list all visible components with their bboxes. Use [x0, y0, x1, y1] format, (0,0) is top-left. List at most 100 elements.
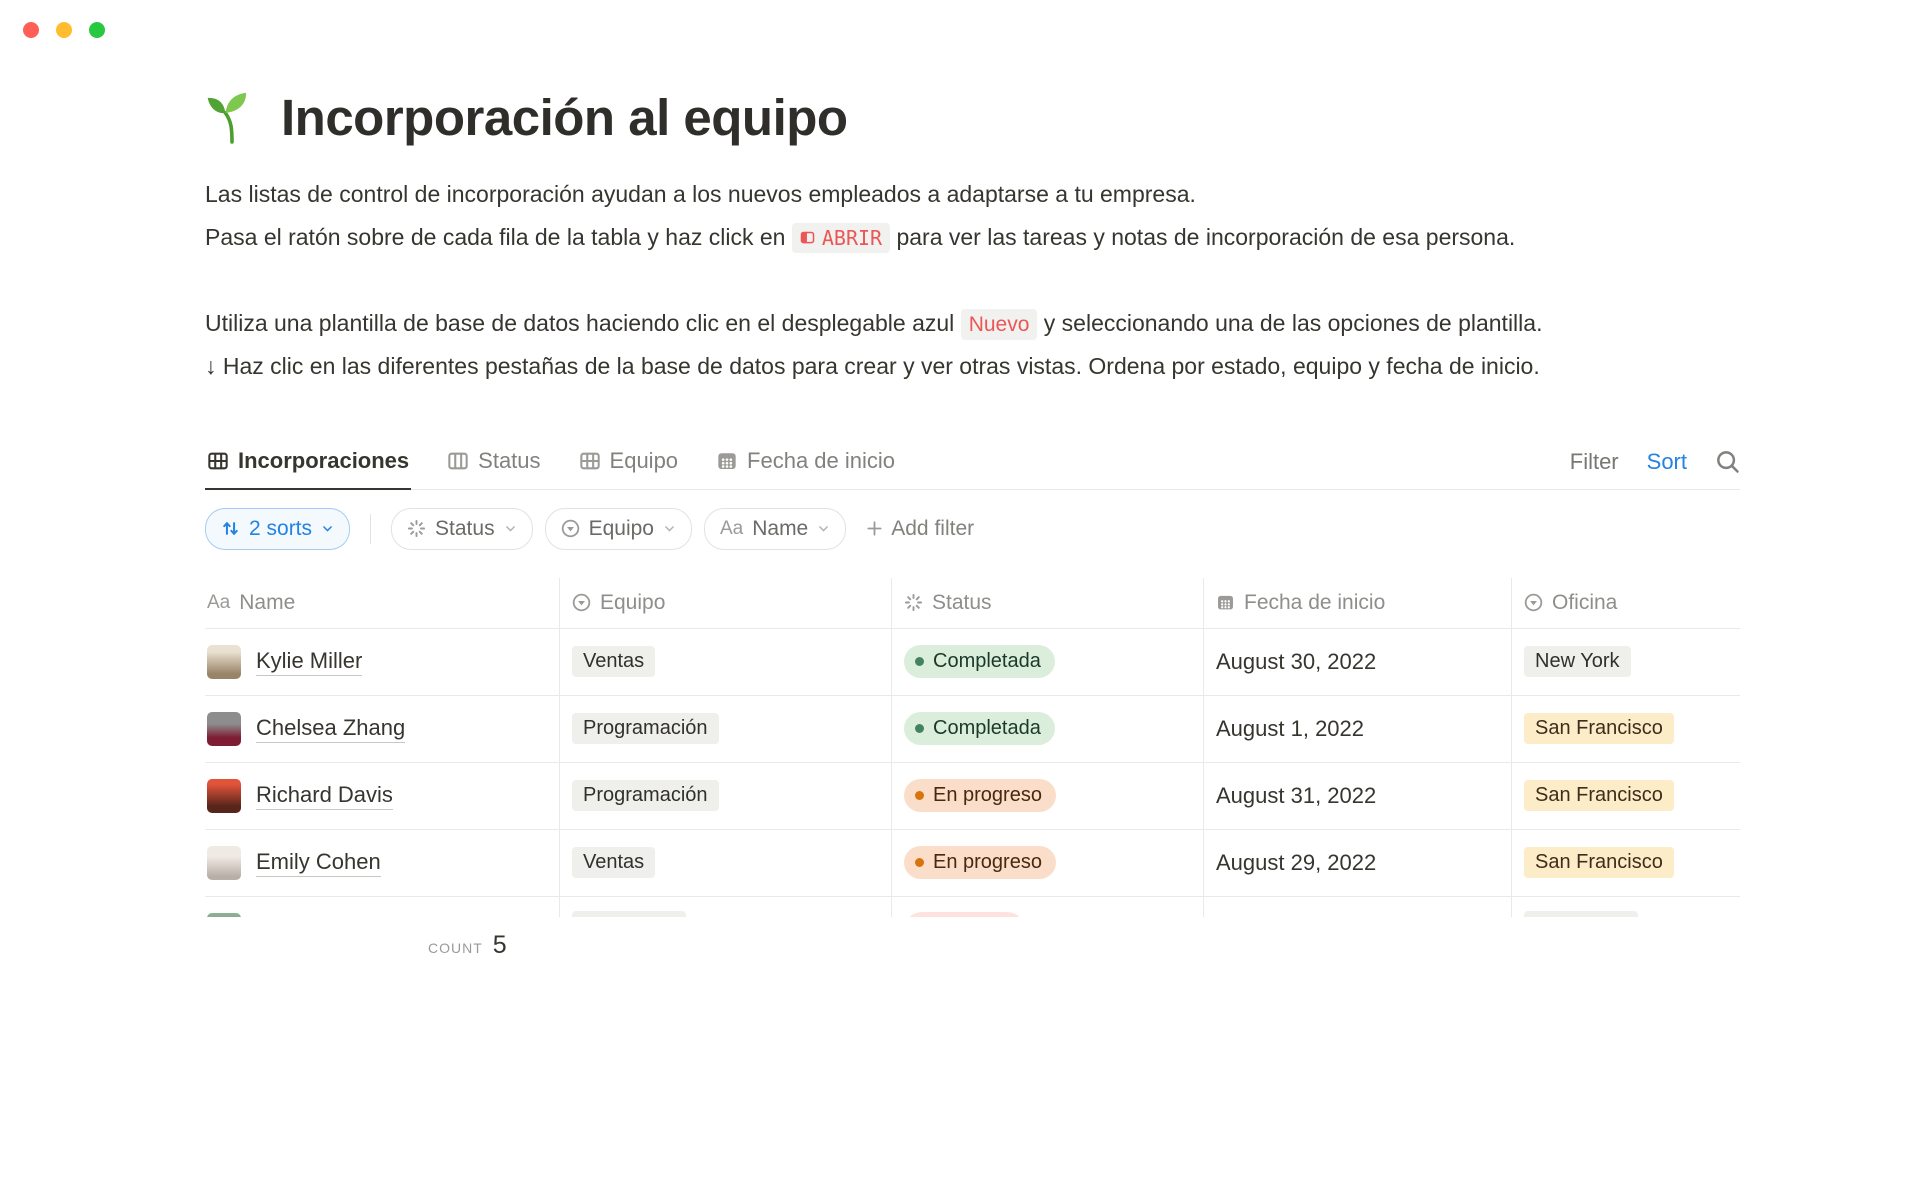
name-cell[interactable]: Richard Davis: [205, 763, 560, 829]
tab-equipo[interactable]: Equipo: [577, 442, 681, 489]
calendar-icon: [1216, 593, 1235, 612]
board-view-icon: [447, 450, 469, 472]
table-row: Kylie Miller Ventas Completada August 30…: [205, 629, 1740, 696]
column-label: Oficina: [1552, 591, 1617, 615]
nuevo-badge: Nuevo: [961, 309, 1038, 340]
search-icon[interactable]: [1715, 449, 1740, 474]
tab-label: Equipo: [610, 448, 679, 474]
oficina-cell[interactable]: San Francisco: [1512, 696, 1740, 762]
fecha-cell[interactable]: [1204, 897, 1512, 917]
avatar: [207, 779, 241, 813]
plus-icon: [866, 520, 883, 537]
fecha-cell[interactable]: August 29, 2022: [1204, 830, 1512, 896]
name-cell[interactable]: Emily Cohen: [205, 830, 560, 896]
equipo-tag: Programación: [572, 780, 719, 811]
tab-incorporaciones[interactable]: Incorporaciones: [205, 442, 411, 490]
fecha-cell[interactable]: August 31, 2022: [1204, 763, 1512, 829]
status-cell[interactable]: [892, 897, 1204, 917]
status-dot-icon: [915, 657, 924, 666]
sort-button[interactable]: Sort: [1647, 449, 1687, 475]
page-title: Incorporación al equipo: [281, 88, 848, 147]
calendar-view-icon: [716, 450, 738, 472]
person-page-link[interactable]: Richard Davis: [256, 782, 393, 810]
equipo-cell[interactable]: Ventas: [560, 830, 892, 896]
fecha-cell[interactable]: August 1, 2022: [1204, 696, 1512, 762]
close-window-button[interactable]: [23, 22, 39, 38]
toolbar-actions: Filter Sort: [1570, 449, 1740, 489]
filter-button[interactable]: Filter: [1570, 449, 1619, 475]
status-filter-chip[interactable]: Status: [391, 508, 533, 550]
status-cell[interactable]: Completada: [892, 696, 1204, 762]
sorts-chip-label: 2 sorts: [249, 517, 312, 541]
database-toolbar: Incorporaciones Status Equipo Fecha de i…: [205, 442, 1740, 490]
equipo-tag: Ventas: [572, 646, 655, 677]
minimize-window-button[interactable]: [56, 22, 72, 38]
text-Aa-icon: Aa: [207, 592, 230, 614]
person-page-link[interactable]: Kylie Miller: [256, 648, 362, 676]
equipo-cell[interactable]: Ventas: [560, 629, 892, 695]
equipo-cell[interactable]: Programación: [560, 763, 892, 829]
name-filter-chip[interactable]: Aa Name: [704, 508, 846, 550]
status-pill: En progreso: [904, 779, 1056, 812]
intro-paragraph: Las listas de control de incorporación a…: [205, 173, 1740, 259]
oficina-tag: San Francisco: [1524, 847, 1674, 878]
notion-page: Incorporación al equipo Las listas de co…: [205, 88, 1740, 960]
tab-fecha-de-inicio[interactable]: Fecha de inicio: [714, 442, 897, 489]
oficina-tag: San Francisco: [1524, 713, 1674, 744]
intro-line1: Las listas de control de incorporación a…: [205, 181, 1196, 207]
equipo-filter-chip[interactable]: Equipo: [545, 508, 692, 550]
column-header-oficina[interactable]: Oficina: [1512, 578, 1740, 628]
instr-line2: ↓ Haz clic en las diferentes pestañas de…: [205, 353, 1540, 379]
view-tabs: Incorporaciones Status Equipo Fecha de i…: [205, 442, 897, 489]
tab-label: Incorporaciones: [238, 448, 409, 474]
status-cell[interactable]: Completada: [892, 629, 1204, 695]
name-cell[interactable]: Kylie Miller: [205, 629, 560, 695]
table-footer-count[interactable]: COUNT 5: [428, 931, 1740, 960]
fecha-cell[interactable]: August 30, 2022: [1204, 629, 1512, 695]
select-icon: [572, 593, 591, 612]
chevron-down-icon: [504, 522, 517, 535]
equipo-tag: [572, 911, 686, 917]
name-cell[interactable]: Chelsea Zhang: [205, 696, 560, 762]
oficina-cell[interactable]: San Francisco: [1512, 763, 1740, 829]
start-date: August 1, 2022: [1216, 716, 1364, 742]
count-label: COUNT: [428, 940, 483, 956]
oficina-cell[interactable]: New York: [1512, 629, 1740, 695]
status-dot-icon: [915, 791, 924, 800]
status-cell[interactable]: En progreso: [892, 830, 1204, 896]
status-label: Completada: [933, 650, 1041, 673]
start-date: August 31, 2022: [1216, 783, 1376, 809]
status-label: En progreso: [933, 784, 1042, 807]
status-pill: Completada: [904, 645, 1055, 678]
zoom-window-button[interactable]: [89, 22, 105, 38]
add-filter-label: Add filter: [891, 517, 974, 541]
column-header-equipo[interactable]: Equipo: [560, 578, 892, 628]
database-table: Aa Name Equipo Status Fecha de inicio Of…: [205, 578, 1740, 960]
chevron-down-icon: [321, 522, 334, 535]
equipo-cell[interactable]: [560, 897, 892, 917]
oficina-cell[interactable]: [1512, 897, 1740, 917]
column-header-status[interactable]: Status: [892, 578, 1204, 628]
person-page-link[interactable]: Emily Cohen: [256, 849, 381, 877]
person-page-link[interactable]: Chelsea Zhang: [256, 715, 405, 743]
equipo-cell[interactable]: Programación: [560, 696, 892, 762]
tab-status[interactable]: Status: [445, 442, 542, 489]
avatar: [207, 645, 241, 679]
status-dot-icon: [915, 724, 924, 733]
column-label: Status: [932, 591, 992, 615]
status-pill: En progreso: [904, 846, 1056, 879]
intro-line2-before: Pasa el ratón sobre de cada fila de la t…: [205, 224, 785, 250]
status-label: En progreso: [933, 851, 1042, 874]
oficina-cell[interactable]: San Francisco: [1512, 830, 1740, 896]
oficina-tag: San Francisco: [1524, 780, 1674, 811]
table-row: Richard Davis Programación En progreso A…: [205, 763, 1740, 830]
sorts-chip[interactable]: 2 sorts: [205, 508, 350, 550]
add-filter-button[interactable]: Add filter: [866, 517, 974, 541]
column-header-fecha-de-inicio[interactable]: Fecha de inicio: [1204, 578, 1512, 628]
table-view-icon: [579, 450, 601, 472]
column-header-name[interactable]: Aa Name: [205, 578, 560, 628]
status-cell[interactable]: En progreso: [892, 763, 1204, 829]
name-cell[interactable]: [205, 897, 560, 917]
filter-bar: 2 sorts Status Equipo Aa N: [205, 508, 1740, 550]
status-label: Completada: [933, 717, 1041, 740]
